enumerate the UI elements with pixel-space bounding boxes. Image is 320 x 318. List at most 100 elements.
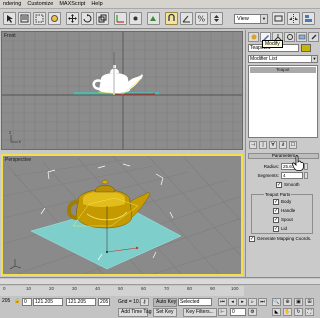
body-checkbox[interactable]: ✓ xyxy=(273,199,279,205)
lid-checkbox[interactable]: ✓ xyxy=(273,226,279,232)
percent-snap-icon[interactable]: % xyxy=(195,12,208,25)
status-bar: 0 10 20 30 40 50 60 70 80 90 100 205 🔒 0… xyxy=(0,277,320,318)
handle-checkbox[interactable]: ✓ xyxy=(273,208,279,214)
ruler-tick-label: 30 xyxy=(72,286,78,291)
add-time-tag-button[interactable]: Add Time Tag xyxy=(118,308,152,317)
track-bar[interactable]: 0 10 20 30 40 50 60 70 80 90 100 xyxy=(0,286,244,296)
y-coord-field[interactable]: 121.205 xyxy=(66,298,96,306)
ruler-tick-label: 10 xyxy=(26,286,32,291)
align-icon[interactable] xyxy=(302,12,315,25)
generate-mapping-coords-checkbox[interactable]: ✓ xyxy=(249,236,255,242)
configure-modifier-sets-icon[interactable]: ☐ xyxy=(289,141,297,149)
reference-coord-icon[interactable] xyxy=(114,12,127,25)
reference-coord-dropdown[interactable]: View ▼ xyxy=(234,14,268,24)
utilities-icon[interactable] xyxy=(308,32,319,42)
play-icon[interactable]: ▸ xyxy=(238,298,247,306)
zoom-extents-all-icon[interactable]: ⊞ xyxy=(305,298,314,306)
segments-spinner[interactable] xyxy=(304,172,308,179)
stack-item-teapot[interactable]: Teapot xyxy=(250,67,316,73)
move-icon[interactable] xyxy=(66,12,79,25)
previous-frame-icon[interactable]: ◂ xyxy=(228,298,237,306)
z-coord-field[interactable]: 205 xyxy=(98,298,110,306)
selection-set-dropdown[interactable]: Selected xyxy=(178,298,212,306)
ruler-tick-label: 60 xyxy=(141,286,147,291)
angle-snap-icon[interactable] xyxy=(180,12,193,25)
hand-cursor-icon xyxy=(292,155,304,171)
set-key-button[interactable]: Set Key xyxy=(153,308,177,317)
auto-key-button[interactable]: Auto Key xyxy=(153,298,177,307)
zoom-icon[interactable]: 🔍 xyxy=(272,298,281,306)
selection-lock-field[interactable]: 0 xyxy=(22,298,32,306)
pin-stack-icon[interactable]: ⊣ xyxy=(249,141,257,149)
key-mode-toggle-icon[interactable]: ⊢ xyxy=(218,308,227,316)
make-unique-icon[interactable]: ∀ xyxy=(269,141,277,149)
menu-maxscript[interactable]: MAXScript xyxy=(56,0,88,9)
svg-text:z: z xyxy=(9,130,11,135)
lock-icon[interactable]: 🔒 xyxy=(14,298,20,304)
remove-modifier-icon[interactable]: ∂ xyxy=(279,141,287,149)
parameters-rollout-header[interactable]: Parameters xyxy=(248,153,319,159)
mirror-icon[interactable] xyxy=(287,12,300,25)
spinner-snap-icon[interactable] xyxy=(210,12,223,25)
menu-customize[interactable]: Customize xyxy=(24,0,56,9)
select-icon[interactable] xyxy=(3,12,16,25)
window-crossing-icon[interactable] xyxy=(48,12,61,25)
scale-icon[interactable] xyxy=(96,12,109,25)
display-icon[interactable] xyxy=(296,32,307,42)
menu-help[interactable]: Help xyxy=(88,0,105,9)
select-by-name-icon[interactable] xyxy=(18,12,31,25)
select-manipulate-icon[interactable] xyxy=(147,12,160,25)
front-viewport[interactable]: x z Front xyxy=(1,31,243,150)
time-slider[interactable] xyxy=(0,279,320,285)
perspective-viewport-label[interactable]: Perspective xyxy=(5,157,31,163)
zoom-all-icon[interactable]: ⊕ xyxy=(283,298,292,306)
radius-spinner[interactable] xyxy=(304,163,308,170)
create-icon[interactable] xyxy=(248,32,259,42)
zoom-extents-icon[interactable]: ▣ xyxy=(294,298,303,306)
chevron-down-icon: ▼ xyxy=(311,56,317,62)
perspective-viewport[interactable]: Perspective xyxy=(1,154,243,276)
key-mode-icon[interactable]: ⚷ xyxy=(140,298,149,306)
command-panel-tabs xyxy=(248,32,319,42)
perspective-viewport-canvas xyxy=(3,156,241,274)
x-coord-label: 205 xyxy=(2,298,11,304)
spout-label: Spout xyxy=(281,217,293,222)
menu-rendering[interactable]: ndering xyxy=(0,0,24,9)
modifier-stack[interactable]: Teapot xyxy=(248,65,318,138)
time-configuration-icon[interactable]: ⚙ xyxy=(248,308,257,316)
named-selection-icon[interactable] xyxy=(272,12,285,25)
pivot-icon[interactable] xyxy=(129,12,142,25)
command-panel: Teapot01 Modify Modifier List ▼ Teapot ⊣ … xyxy=(245,30,320,277)
snap-toggle-icon[interactable] xyxy=(165,12,178,25)
x-coord-field[interactable]: 121.205 xyxy=(33,298,63,306)
key-filters-button[interactable]: Key Filters... xyxy=(183,308,217,317)
ruler-tick-label: 40 xyxy=(95,286,101,291)
go-to-end-icon[interactable]: ⏭ xyxy=(258,298,267,306)
add-time-tag-label: Add Time Tag xyxy=(121,309,152,315)
field-of-view-icon[interactable]: ◣ xyxy=(272,308,281,316)
rotate-icon[interactable] xyxy=(81,12,94,25)
show-end-result-icon[interactable]: | xyxy=(259,141,267,149)
modifier-list-dropdown[interactable]: Modifier List ▼ xyxy=(248,55,318,63)
segments-label: Segments: xyxy=(257,173,279,178)
key-filters-label: Key Filters... xyxy=(186,309,214,315)
arc-rotate-icon[interactable]: ↻ xyxy=(294,308,303,316)
next-frame-icon[interactable]: ▹ xyxy=(248,298,257,306)
segments-input[interactable]: 4 xyxy=(281,172,303,179)
maximize-viewport-icon[interactable]: ⛶ xyxy=(305,308,314,316)
ruler-tick-label: 50 xyxy=(118,286,124,291)
teapot-parts-title: Teapot Parts xyxy=(264,192,292,197)
motion-icon[interactable] xyxy=(284,32,295,42)
svg-text:%: % xyxy=(198,15,206,24)
spout-checkbox[interactable]: ✓ xyxy=(273,217,279,223)
front-viewport-canvas: x z xyxy=(2,32,242,149)
go-to-start-icon[interactable]: ⏮ xyxy=(218,298,227,306)
object-color-swatch[interactable] xyxy=(301,44,311,52)
pan-view-icon[interactable]: ✋ xyxy=(283,308,292,316)
stack-tools: ⊣ | ∀ ∂ ☐ xyxy=(248,141,318,151)
chevron-down-icon: ▼ xyxy=(260,15,267,23)
front-viewport-label[interactable]: Front xyxy=(4,33,16,39)
current-frame-field[interactable]: 0 xyxy=(230,308,246,316)
smooth-checkbox[interactable]: ✓ xyxy=(276,182,282,188)
region-select-icon[interactable] xyxy=(33,12,46,25)
